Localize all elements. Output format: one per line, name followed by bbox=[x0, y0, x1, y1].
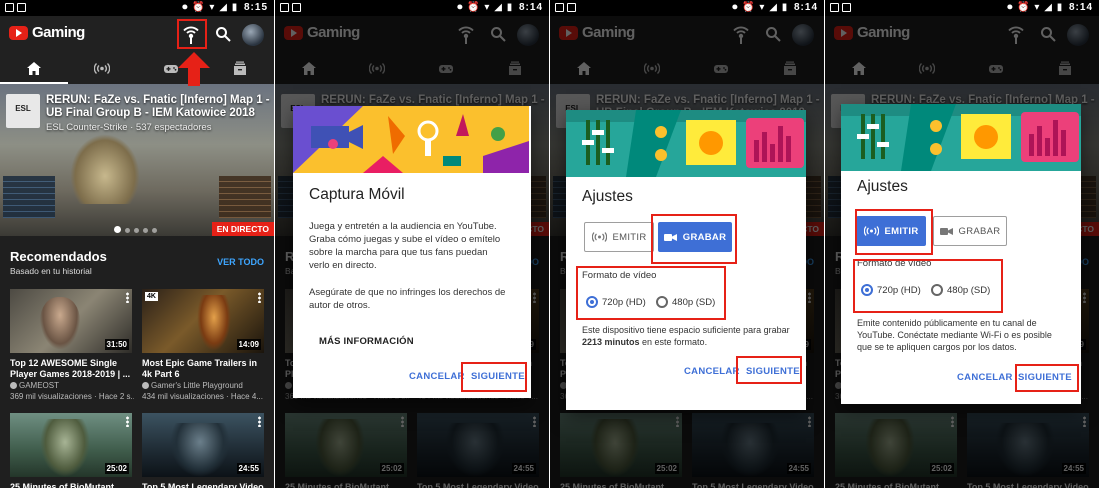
featured-live-stream[interactable]: ESL RERUN: FaZe vs. Fnatic [Inferno] Map… bbox=[0, 84, 274, 236]
dialog-copyright-note: Asegúrate de que no infringes los derech… bbox=[309, 287, 506, 311]
video-camera-icon bbox=[939, 227, 953, 235]
video-duration: 31:50 bbox=[104, 339, 129, 350]
cancel-button[interactable]: CANCELAR bbox=[409, 371, 465, 382]
status-bar: ⏺ ⏰ ▾ ◢ ▮ 8:14 bbox=[275, 0, 549, 16]
highlight-broadcast-icon bbox=[177, 19, 207, 49]
notification-icons bbox=[5, 3, 29, 15]
dialog-title: Ajustes bbox=[857, 178, 908, 195]
storage-info: Este dispositivo tiene espacio suficient… bbox=[582, 325, 790, 347]
settings-illustration bbox=[566, 110, 806, 177]
tab-live[interactable] bbox=[68, 54, 136, 84]
highlight-next-button bbox=[1015, 364, 1079, 392]
video-meta: 369 mil visualizaciones · Hace 2 s... bbox=[10, 392, 134, 401]
settings-illustration bbox=[841, 104, 1081, 171]
video-meta: 434 mil visualizaciones · Hace 4... bbox=[142, 392, 263, 401]
video-channel: GAMEOST bbox=[19, 381, 60, 390]
broadcast-mode-label: EMITIR bbox=[612, 231, 647, 243]
notification-icons bbox=[830, 3, 854, 15]
tab-library[interactable] bbox=[206, 54, 274, 84]
status-icons: ⏺ ⏰ ▾ ◢ ▮ bbox=[182, 2, 239, 13]
highlight-next-button bbox=[461, 362, 527, 392]
4k-badge: 4K bbox=[145, 292, 158, 301]
status-time: 8:14 bbox=[1068, 2, 1093, 13]
status-icons: ⏺ ⏰ ▾ ◢ ▮ bbox=[1007, 2, 1064, 13]
highlight-format-options bbox=[853, 259, 1003, 313]
broadcast-info: Emite contenido públicamente en tu canal… bbox=[857, 318, 1052, 352]
status-icons: ⏺ ⏰ ▾ ◢ ▮ bbox=[732, 2, 789, 13]
video-thumbnail[interactable]: 31:50 bbox=[10, 289, 132, 353]
video-title: Top 12 AWESOME Single Player Games 2018-… bbox=[10, 358, 131, 379]
highlight-mode-button bbox=[651, 214, 737, 264]
record-mode-label: GRABAR bbox=[958, 225, 1001, 237]
tab-home[interactable] bbox=[0, 54, 68, 84]
video-channel: Gamer's Little Playground bbox=[151, 381, 243, 390]
youtube-logo-icon[interactable] bbox=[9, 26, 28, 40]
video-thumbnail[interactable]: 24:55 bbox=[142, 413, 264, 477]
status-time: 8:15 bbox=[243, 2, 268, 13]
video-duration: 14:09 bbox=[236, 339, 261, 350]
panel-settings-broadcast: ⏺ ⏰ ▾ ◢ ▮ 8:14 Gaming bbox=[825, 0, 1099, 488]
section-subtitle: Basado en tu historial bbox=[10, 266, 92, 276]
video-duration: 25:02 bbox=[104, 463, 129, 474]
video-title: 25 Minutes of BioMutant bbox=[10, 482, 114, 488]
status-time: 8:14 bbox=[793, 2, 818, 13]
broadcast-mode-icon bbox=[591, 232, 607, 242]
video-title: Most Epic Game Trailers in 4k Part 6 bbox=[142, 358, 258, 379]
video-title: Top 5 Most Legendary Video bbox=[142, 482, 264, 488]
video-thumbnail[interactable]: 25:02 bbox=[10, 413, 132, 477]
notification-icons bbox=[555, 3, 579, 15]
more-options-icon[interactable] bbox=[126, 292, 129, 303]
broadcast-mode-button[interactable]: EMITIR bbox=[584, 222, 654, 252]
more-options-icon[interactable] bbox=[258, 416, 261, 427]
highlight-next-button bbox=[736, 356, 802, 384]
app-bar: Gaming bbox=[0, 16, 274, 54]
tab-bar bbox=[0, 54, 274, 84]
more-options-icon[interactable] bbox=[258, 292, 261, 303]
capture-intro-dialog: Captura Móvil Juega y entretén a la audi… bbox=[293, 106, 531, 398]
status-bar: ⏺ ⏰ ▾ ◢ ▮ 8:15 bbox=[0, 0, 274, 16]
live-badge: EN DIRECTO bbox=[211, 222, 274, 236]
gamepad-icon bbox=[164, 65, 178, 73]
verified-icon bbox=[142, 382, 149, 389]
see-all-link[interactable]: VER TODO bbox=[217, 257, 264, 267]
dialog-title: Ajustes bbox=[582, 188, 633, 205]
cancel-button[interactable]: CANCELAR bbox=[957, 372, 1013, 383]
panel-settings-record: ⏺ ⏰ ▾ ◢ ▮ 8:14 Gaming bbox=[550, 0, 824, 488]
panel-home-feed: ⏺ ⏰ ▾ ◢ ▮ 8:15 Gaming ESL RERUN: FaZe vs… bbox=[0, 0, 274, 488]
dialog-body: Juega y entretén a la audiencia en YouTu… bbox=[309, 221, 501, 271]
dialog-title: Captura Móvil bbox=[309, 186, 405, 203]
highlight-mode-button bbox=[855, 209, 933, 255]
panel-capture-intro: ⏺ ⏰ ▾ ◢ ▮ 8:14 Gaming bbox=[275, 0, 549, 488]
hero-meta: ESL Counter-Strike · 537 espectadores bbox=[46, 122, 212, 133]
recommended-section: Recomendados Basado en tu historial VER … bbox=[0, 236, 274, 488]
record-mode-button[interactable]: GRABAR bbox=[933, 216, 1007, 246]
status-bar: ⏺ ⏰ ▾ ◢ ▮ 8:14 bbox=[550, 0, 824, 16]
video-duration: 24:55 bbox=[236, 463, 261, 474]
cancel-button[interactable]: CANCELAR bbox=[684, 366, 740, 377]
more-info-link[interactable]: MÁS INFORMACIÓN bbox=[319, 336, 414, 347]
channel-logo-text: ESL bbox=[15, 104, 31, 113]
status-time: 8:14 bbox=[518, 2, 543, 13]
hero-title: RERUN: FaZe vs. Fnatic [Inferno] Map 1 -… bbox=[46, 94, 270, 119]
section-title: Recomendados bbox=[10, 249, 107, 264]
app-title: Gaming bbox=[32, 24, 85, 41]
carousel-dots[interactable] bbox=[114, 220, 161, 236]
verified-icon bbox=[10, 382, 17, 389]
library-icon bbox=[234, 61, 246, 75]
more-options-icon[interactable] bbox=[126, 416, 129, 427]
video-thumbnail[interactable]: 4K 14:09 bbox=[142, 289, 264, 353]
status-bar: ⏺ ⏰ ▾ ◢ ▮ 8:14 bbox=[825, 0, 1099, 16]
storage-minutes: 2213 minutos bbox=[582, 337, 640, 347]
home-icon bbox=[27, 62, 41, 75]
pointer-arrow-icon bbox=[178, 52, 210, 86]
highlight-format-options bbox=[576, 266, 726, 320]
status-icons: ⏺ ⏰ ▾ ◢ ▮ bbox=[457, 2, 514, 13]
notification-icons bbox=[280, 3, 304, 15]
capture-illustration bbox=[293, 106, 529, 173]
live-icon bbox=[94, 63, 110, 74]
avatar[interactable] bbox=[242, 24, 264, 46]
search-icon[interactable] bbox=[215, 26, 231, 42]
game-hud bbox=[0, 176, 274, 218]
